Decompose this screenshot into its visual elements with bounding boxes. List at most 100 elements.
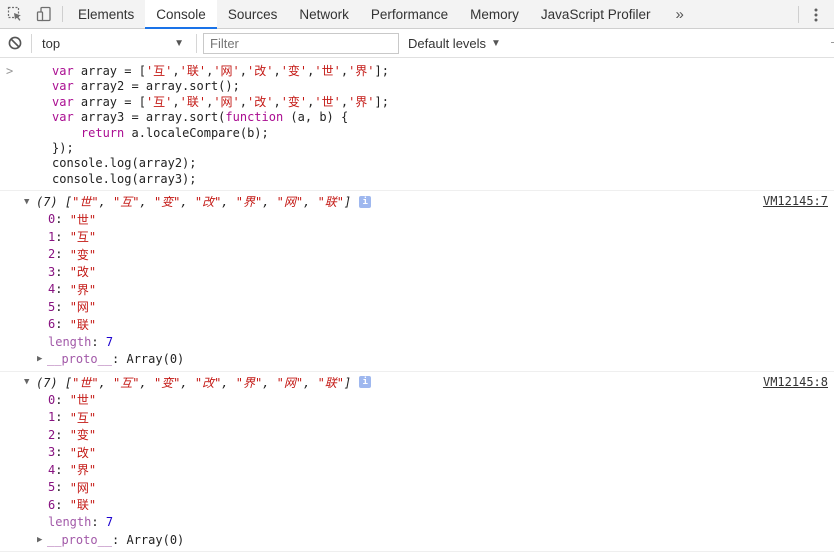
array-entry: 4: "界": [0, 461, 834, 479]
array-summary-row[interactable]: ▼ (7) ["世", "互", "变", "改", "界", "网", "联"]…: [0, 193, 834, 210]
array-proto[interactable]: ▶ __proto__: Array(0): [0, 350, 834, 368]
length-key: length: [48, 334, 92, 349]
entry-colon: :: [55, 212, 70, 226]
expand-triangle-icon[interactable]: ▼: [24, 377, 34, 387]
devtools-tab-bar: Elements Console Sources Network Performance…: [0, 0, 834, 29]
code-line: console.log(array2);: [52, 156, 197, 171]
chevron-down-icon: ▼: [491, 37, 501, 49]
tab-network[interactable]: Network: [288, 0, 360, 28]
expand-triangle-icon[interactable]: ▼: [24, 197, 34, 207]
source-link[interactable]: VM12145:8: [763, 375, 828, 389]
entry-key: 1: [48, 410, 56, 424]
entry-value: "网": [69, 480, 97, 495]
length-value: 7: [105, 334, 114, 349]
array-entry: 6: "联": [0, 315, 834, 333]
entry-key: 0: [48, 212, 56, 226]
code-string: '世': [314, 64, 341, 78]
clear-console-icon[interactable]: [0, 29, 29, 58]
entry-key: 0: [48, 392, 56, 407]
source-link[interactable]: VM12145:7: [763, 194, 828, 208]
chevron-down-icon: ▼: [174, 37, 184, 49]
entry-key: 4: [48, 282, 56, 296]
array-entry: 1: "互": [0, 228, 834, 246]
entry-key: 2: [48, 427, 56, 442]
array-entry: 3: "改": [0, 443, 834, 461]
tab-console[interactable]: Console: [145, 0, 217, 29]
inspect-element-icon[interactable]: [0, 0, 29, 28]
console-log-message: ▼ (7) ["世", "互", "变", "改", "界", "网", "联"]…: [0, 372, 834, 552]
summary-string: "改": [194, 195, 222, 210]
code-keyword: var: [52, 94, 74, 109]
tab-elements[interactable]: Elements: [67, 0, 145, 28]
summary-string: "变": [153, 195, 181, 210]
command-code: var array = ['互','联','网','改','变','世','界'…: [52, 64, 834, 187]
context-selector[interactable]: top ▼: [34, 36, 194, 51]
entry-colon: :: [91, 515, 106, 529]
info-icon[interactable]: i: [359, 195, 372, 208]
array-entry: 0: "世": [0, 391, 834, 409]
code-keyword: var: [52, 64, 74, 78]
code-line: var array = ['互','联','网','改','变','世','界'…: [52, 64, 389, 78]
entry-colon: :: [55, 392, 70, 407]
array-length: length: 7: [0, 513, 834, 531]
tab-sources[interactable]: Sources: [217, 0, 289, 28]
array-summary: (7) ["世", "互", "变", "改", "界", "网", "联"]: [36, 375, 352, 390]
tab-memory[interactable]: Memory: [459, 0, 530, 28]
tab-bar-divider: [62, 6, 63, 22]
log-levels-dropdown[interactable]: Default levels ▼: [408, 36, 501, 51]
tab-list: Elements Console Sources Network Performance…: [67, 0, 662, 29]
entry-colon: :: [55, 229, 70, 244]
entry-colon: :: [55, 427, 70, 442]
length-key: length: [48, 515, 92, 529]
entry-key: 1: [48, 229, 56, 244]
code-string: '网': [213, 94, 240, 109]
prompt-chevron-icon: >: [6, 64, 14, 78]
length-value: 7: [105, 515, 114, 529]
array-summary-row[interactable]: ▼ (7) ["世", "互", "变", "改", "界", "网", "联"]…: [0, 374, 834, 391]
expand-triangle-icon[interactable]: ▶: [37, 354, 47, 364]
summary-string: "联": [317, 375, 345, 390]
more-tabs-button[interactable]: »: [661, 0, 697, 28]
code-string: '界': [348, 94, 375, 109]
entry-value: "改": [69, 265, 97, 279]
info-icon[interactable]: i: [359, 376, 372, 389]
entry-value: "界": [69, 463, 97, 477]
tab-javascript-profiler[interactable]: JavaScript Profiler: [530, 0, 662, 28]
entry-colon: :: [55, 497, 70, 512]
array-proto[interactable]: ▶ __proto__: Array(0): [0, 531, 834, 549]
entry-key: 6: [48, 317, 56, 331]
toolbar-divider: [196, 33, 197, 53]
entry-key: 3: [48, 264, 56, 279]
entry-value: "互": [69, 410, 97, 425]
filter-input[interactable]: [203, 32, 399, 54]
entry-colon: :: [55, 264, 70, 279]
entry-key: 5: [48, 480, 56, 494]
array-entry: 1: "互": [0, 408, 834, 426]
array-length: length: 7: [0, 333, 834, 351]
entry-value: "变": [69, 428, 97, 442]
entry-value: "世": [69, 212, 97, 227]
code-string: '改': [247, 64, 274, 78]
log-levels-label: Default levels: [408, 35, 487, 51]
array-summary: (7) ["世", "互", "变", "改", "界", "网", "联"]: [36, 195, 352, 210]
entry-colon: :: [55, 480, 70, 494]
entry-key: 4: [48, 462, 56, 477]
kebab-menu-icon[interactable]: [798, 0, 834, 29]
code-line: var array2 = array.sort();: [52, 79, 240, 94]
entry-colon: :: [112, 352, 127, 366]
device-toolbar-icon[interactable]: [29, 0, 58, 28]
expand-triangle-icon[interactable]: ▶: [37, 535, 47, 545]
entry-key: 6: [48, 497, 56, 512]
proto-key: __proto__: [47, 532, 113, 547]
entry-colon: :: [55, 462, 70, 477]
summary-string: "互": [113, 375, 140, 390]
console-output: > var array = ['互','联','网','改','变','世','…: [0, 58, 834, 552]
entry-value: "互": [69, 230, 97, 244]
tab-performance[interactable]: Performance: [360, 0, 459, 28]
code-string: '互': [145, 94, 173, 109]
entry-key: 5: [48, 299, 56, 314]
code-string: '世': [314, 94, 341, 109]
array-entry: 2: "变": [0, 245, 834, 263]
code-string: '变': [280, 64, 308, 78]
proto-value: Array(0): [126, 532, 185, 547]
